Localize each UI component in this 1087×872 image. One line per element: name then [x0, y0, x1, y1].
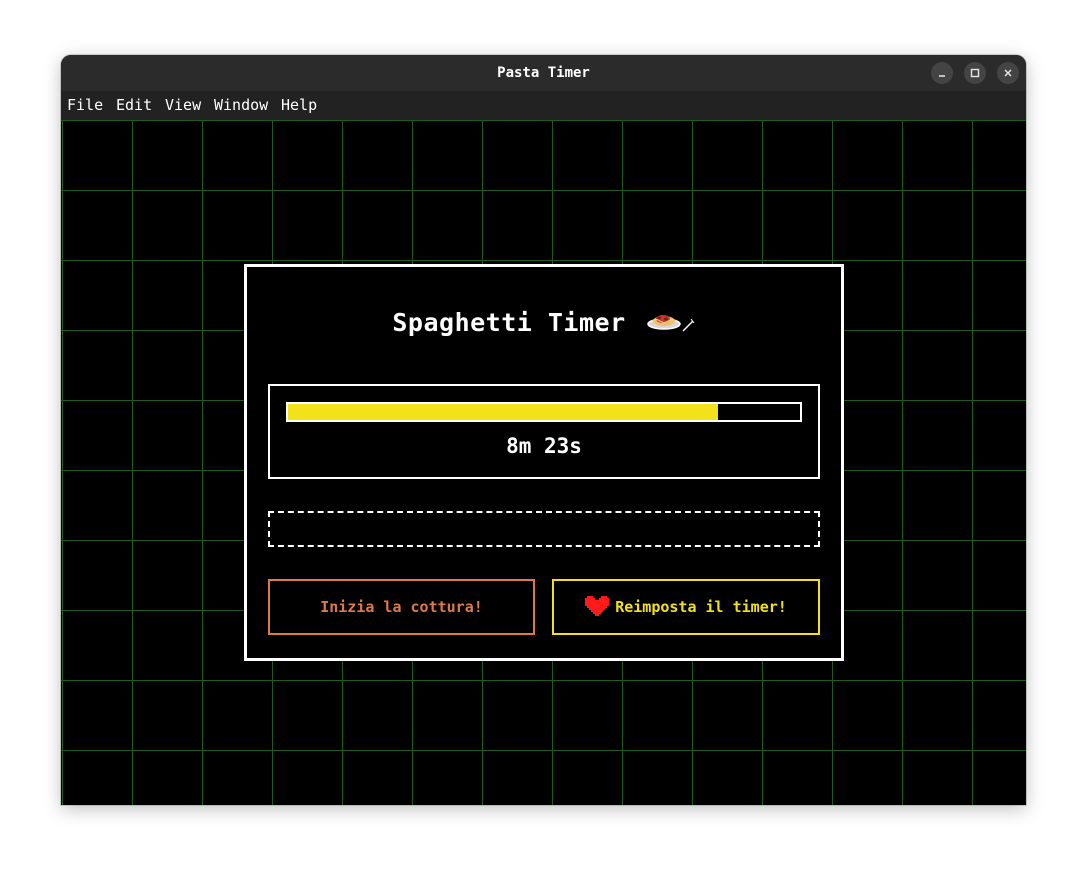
cooking-progress-bar — [286, 402, 802, 422]
minimize-button[interactable] — [931, 62, 953, 84]
start-cooking-label: Inizia la cottura! — [320, 598, 483, 616]
menu-window[interactable]: Window — [214, 91, 268, 120]
time-remaining: 8m 23s — [506, 434, 582, 458]
menu-view[interactable]: View — [165, 91, 201, 120]
reset-timer-button[interactable]: Reimposta il timer! — [552, 579, 820, 635]
grid-canvas: Spaghetti Timer 8m 23s Inizia la cottura… — [61, 120, 1026, 805]
menu-file[interactable]: File — [67, 91, 103, 120]
maximize-button[interactable] — [964, 62, 986, 84]
minimize-icon — [939, 75, 945, 77]
window-title: Pasta Timer — [497, 65, 590, 81]
progress-panel: 8m 23s — [268, 384, 820, 479]
heart-icon — [585, 596, 610, 618]
start-cooking-button[interactable]: Inizia la cottura! — [268, 579, 535, 635]
spaghetti-plate-icon — [646, 315, 695, 332]
maximize-icon — [970, 68, 980, 78]
close-icon — [1004, 69, 1012, 77]
title-bar[interactable]: Pasta Timer — [61, 55, 1026, 91]
reset-timer-label: Reimposta il timer! — [615, 598, 787, 616]
progress-fill — [288, 404, 719, 420]
dialog-title: Spaghetti Timer — [392, 307, 626, 337]
menu-edit[interactable]: Edit — [116, 91, 152, 120]
message-area — [268, 511, 820, 547]
menu-bar: File Edit View Window Help — [61, 91, 1026, 121]
timer-dialog: Spaghetti Timer 8m 23s Inizia la cottura… — [244, 264, 844, 661]
close-button[interactable] — [997, 62, 1019, 84]
app-window: Pasta Timer File Edit View Window Help S… — [61, 55, 1026, 805]
menu-help[interactable]: Help — [281, 91, 317, 120]
dialog-header: Spaghetti Timer — [247, 305, 841, 339]
